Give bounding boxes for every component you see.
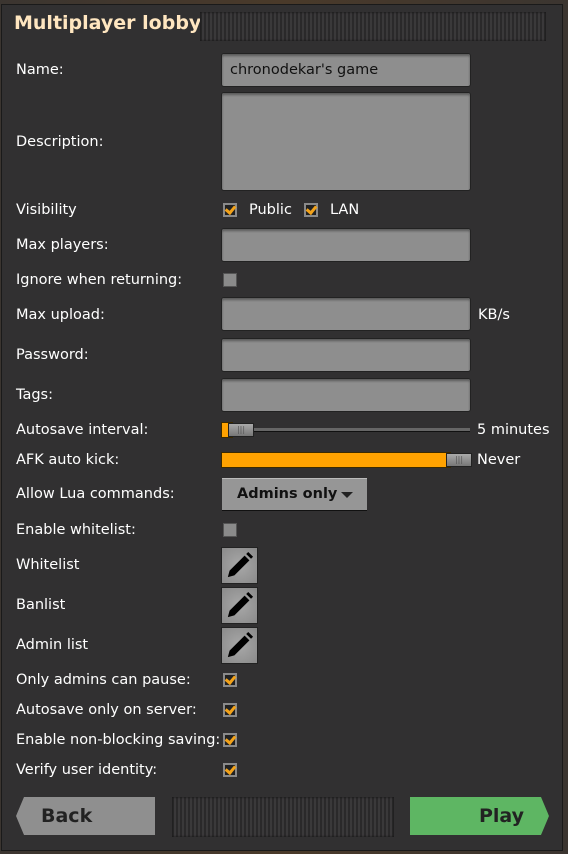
afk-auto-kick-label: AFK auto kick: — [16, 452, 120, 468]
pencil-icon — [227, 551, 254, 578]
play-button[interactable]: Play — [410, 797, 549, 835]
public-checkbox[interactable] — [223, 203, 237, 217]
ignore-returning-checkbox[interactable] — [223, 273, 237, 287]
public-label: Public — [249, 202, 292, 218]
afk-auto-kick-slider[interactable] — [222, 453, 450, 467]
edit-banlist-button[interactable] — [222, 588, 257, 623]
autosave-only-server-label: Autosave only on server: — [16, 702, 197, 718]
dialog-title: Multiplayer lobby — [14, 12, 202, 34]
non-blocking-saving-label: Enable non-blocking saving: — [16, 732, 221, 748]
password-input[interactable] — [222, 339, 470, 371]
banlist-label: Banlist — [16, 597, 66, 613]
max-players-input[interactable] — [222, 229, 470, 261]
max-players-label: Max players: — [16, 237, 109, 253]
max-upload-unit: KB/s — [478, 307, 510, 323]
pencil-icon — [227, 631, 254, 658]
pencil-icon — [227, 591, 254, 618]
lan-label: LAN — [330, 202, 360, 218]
password-label: Password: — [16, 347, 89, 363]
whitelist-label: Whitelist — [16, 557, 80, 573]
allow-lua-selected: Admins only — [237, 486, 338, 502]
name-label: Name: — [16, 62, 64, 78]
verify-identity-checkbox[interactable] — [223, 763, 237, 777]
ignore-returning-label: Ignore when returning: — [16, 272, 183, 288]
description-input[interactable] — [222, 93, 470, 190]
edit-whitelist-button[interactable] — [222, 548, 257, 583]
enable-whitelist-label: Enable whitelist: — [16, 522, 136, 538]
max-upload-label: Max upload: — [16, 307, 105, 323]
title-drag-handle[interactable] — [200, 12, 546, 41]
afk-auto-kick-handle[interactable]: ||| — [446, 453, 472, 467]
tags-input[interactable] — [222, 379, 470, 411]
enable-whitelist-checkbox[interactable] — [223, 523, 237, 537]
name-input[interactable]: chronodekar's game — [222, 54, 470, 86]
chevron-down-icon — [341, 492, 353, 498]
non-blocking-saving-checkbox[interactable] — [223, 733, 237, 747]
admin-list-label: Admin list — [16, 637, 89, 653]
autosave-only-server-checkbox[interactable] — [223, 703, 237, 717]
autosave-interval-value: 5 minutes — [477, 422, 550, 438]
edit-admin-list-button[interactable] — [222, 628, 257, 663]
only-admins-pause-label: Only admins can pause: — [16, 672, 191, 688]
max-upload-input[interactable] — [222, 298, 470, 330]
description-label: Description: — [16, 134, 104, 150]
allow-lua-label: Allow Lua commands: — [16, 486, 175, 502]
visibility-label: Visibility — [16, 202, 77, 218]
autosave-interval-slider[interactable] — [222, 428, 470, 431]
only-admins-pause-checkbox[interactable] — [223, 673, 237, 687]
tags-label: Tags: — [16, 387, 53, 403]
allow-lua-dropdown[interactable]: Admins only — [222, 478, 367, 510]
autosave-interval-label: Autosave interval: — [16, 422, 149, 438]
verify-identity-label: Verify user identity: — [16, 762, 158, 778]
lan-checkbox[interactable] — [304, 203, 318, 217]
back-button[interactable]: Back — [16, 797, 155, 835]
afk-auto-kick-value: Never — [477, 452, 521, 468]
footer-drag-handle[interactable] — [172, 797, 394, 837]
autosave-interval-handle[interactable]: ||| — [228, 423, 254, 437]
